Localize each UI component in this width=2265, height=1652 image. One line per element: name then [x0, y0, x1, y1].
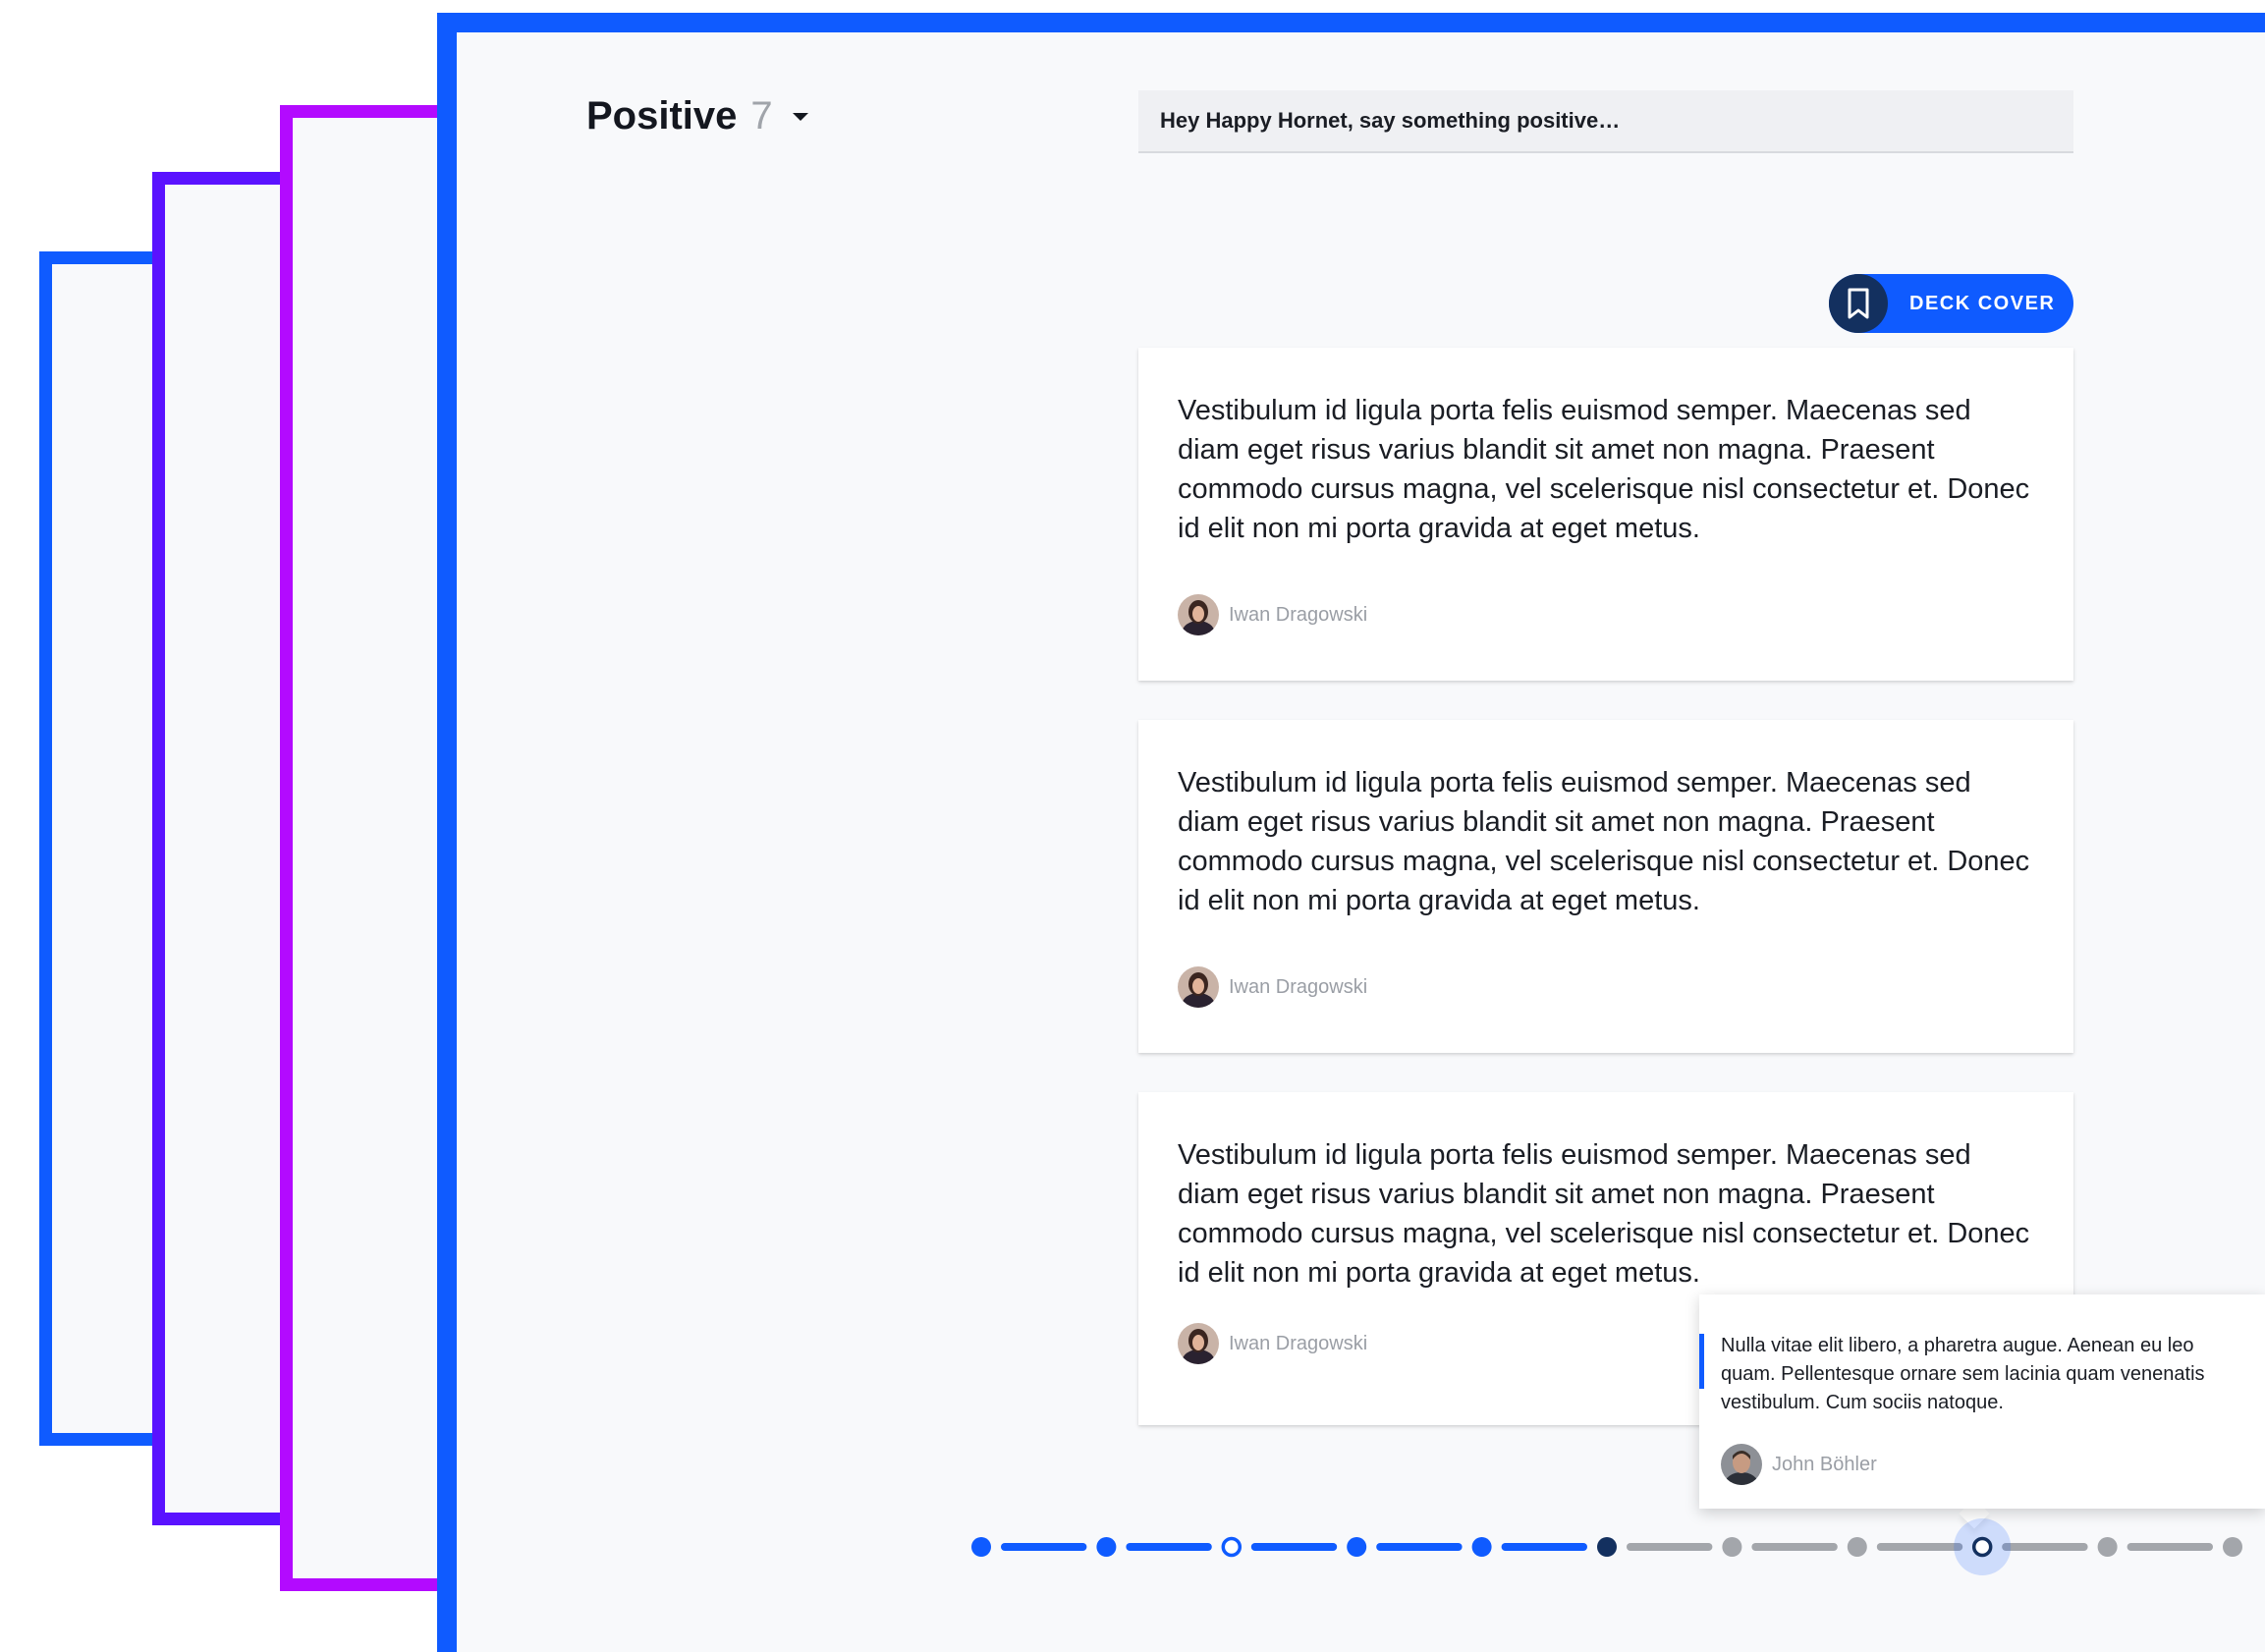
column-header[interactable]: Positive 7 — [586, 94, 808, 138]
post-text: Vestibulum id ligula porta felis euismod… — [1178, 1139, 2030, 1289]
timeline-step-8[interactable] — [1847, 1537, 1867, 1557]
author-name: Iwan Dragowski — [1229, 603, 1368, 626]
tooltip-author: John Böhler — [1721, 1444, 1877, 1485]
timeline-step-11[interactable] — [2223, 1537, 2242, 1557]
author-name: Iwan Dragowski — [1229, 975, 1368, 998]
post-text: Vestibulum id ligula porta felis euismod… — [1178, 395, 2030, 544]
post-composer[interactable] — [1138, 90, 2073, 153]
column-title: Positive — [586, 94, 738, 138]
timeline-step-7[interactable] — [1722, 1537, 1742, 1557]
post-card[interactable]: Vestibulum id ligula porta felis euismod… — [1138, 720, 2073, 1053]
timeline-tooltip: Nulla vitae elit libero, a pharetra augu… — [1699, 1294, 2265, 1509]
author-name: Iwan Dragowski — [1229, 1332, 1368, 1354]
avatar — [1178, 966, 1219, 1008]
avatar — [1178, 1323, 1219, 1364]
timeline-step-5[interactable] — [1471, 1537, 1492, 1557]
post-author: Iwan Dragowski — [1178, 966, 1367, 1008]
post-text: Vestibulum id ligula porta felis euismod… — [1178, 767, 2030, 916]
deck-cover-label: DECK COVER — [1909, 292, 2056, 314]
avatar — [1721, 1444, 1762, 1485]
tooltip-text: Nulla vitae elit libero, a pharetra augu… — [1721, 1335, 2205, 1413]
column-count: 7 — [750, 94, 773, 138]
stacked-deck-frame-front[interactable] — [280, 105, 457, 1591]
timeline-step-6[interactable] — [1597, 1537, 1617, 1557]
bookmark-icon — [1829, 274, 1888, 333]
timeline-step-9[interactable] — [1954, 1518, 2012, 1575]
avatar — [1178, 594, 1219, 635]
deck-cover-button[interactable]: DECK COVER — [1829, 274, 2073, 333]
timeline-step-3[interactable] — [1221, 1536, 1243, 1558]
post-input[interactable] — [1158, 107, 2073, 135]
stage: Positive 7 DECK COVER Vestibulum id ligu… — [0, 0, 2265, 1652]
post-author: Iwan Dragowski — [1178, 594, 1367, 635]
caret-down-icon[interactable] — [792, 112, 808, 121]
tooltip-accent-bar — [1699, 1334, 1704, 1389]
timeline-step-10[interactable] — [2097, 1537, 2118, 1557]
timeline-step-1[interactable] — [971, 1537, 991, 1557]
author-name: John Böhler — [1772, 1453, 1877, 1475]
timeline-step-4[interactable] — [1347, 1537, 1367, 1557]
post-author: Iwan Dragowski — [1178, 1323, 1367, 1364]
post-card[interactable]: Vestibulum id ligula porta felis euismod… — [1138, 348, 2073, 681]
timeline-step-2[interactable] — [1096, 1537, 1117, 1557]
